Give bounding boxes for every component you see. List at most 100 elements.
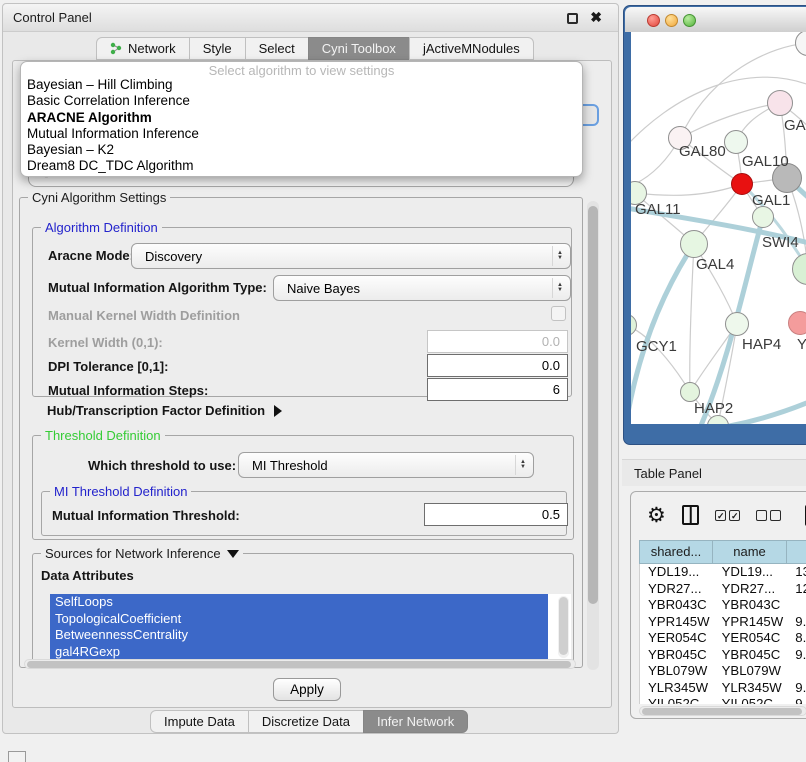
close-icon[interactable]: ✖ (590, 9, 602, 26)
mi-algorithm-type-combobox[interactable]: Naive Bayes ▲▼ (273, 275, 571, 301)
cell: YER054C (640, 630, 714, 647)
settings-horizontal-thumb[interactable] (27, 661, 571, 668)
cell: YPR145W (714, 614, 788, 631)
tab-discretize-data[interactable]: Discretize Data (248, 710, 364, 733)
aracne-mode-label: Aracne Mode: (48, 248, 134, 263)
tab-network[interactable]: Network (96, 37, 190, 60)
table-panel-header: Table Panel (622, 459, 806, 486)
mi-threshold-field[interactable]: 0.5 (424, 503, 568, 526)
table-row[interactable]: YDL19... YDL19... 13 (640, 564, 806, 581)
control-panel-tabstrip: Network Style Select Cyni Toolbox jActiv… (96, 37, 534, 60)
node-gal4[interactable] (680, 230, 708, 258)
mac-zoom-icon[interactable] (683, 14, 696, 27)
table-horizontal-scrollbar[interactable] (639, 706, 806, 716)
manual-kernel-width-label: Manual Kernel Width Definition (48, 308, 240, 323)
which-threshold-combobox[interactable]: MI Threshold ▲▼ (238, 452, 534, 478)
mac-close-icon[interactable] (647, 14, 660, 27)
gear-icon[interactable]: ⚙ (647, 505, 666, 526)
list-item-selfloops[interactable]: SelfLoops (50, 594, 548, 611)
menu-item-mutual-information[interactable]: Mutual Information Inference (21, 126, 582, 142)
node-y-salmon[interactable] (788, 311, 806, 335)
table-row[interactable]: YLR345W YLR345W 9. (640, 680, 806, 697)
column-header-partial[interactable]: A (787, 540, 806, 564)
select-all-icon[interactable]: ✓ ✓ (715, 510, 740, 521)
unchecked-box-icon (770, 510, 781, 521)
tab-infer-network[interactable]: Infer Network (363, 710, 468, 733)
menu-item-dream8[interactable]: Dream8 DC_TDC Algorithm (21, 158, 582, 174)
attributes-scrollbar-thumb[interactable] (559, 597, 568, 655)
mac-minimize-icon[interactable] (665, 14, 678, 27)
list-item-topologicalcoefficient[interactable]: TopologicalCoefficient (50, 611, 548, 628)
node-hap2[interactable] (680, 382, 700, 402)
list-item-betweennesscentrality[interactable]: BetweennessCentrality (50, 627, 548, 644)
node-gal10[interactable] (724, 130, 748, 154)
hub-definition-expander[interactable]: Hub/Transcription Factor Definition (47, 403, 282, 418)
cell: YBR043C (714, 597, 788, 614)
table-row[interactable]: YER054C YER054C 8. (640, 630, 806, 647)
menu-item-bayesian-hill-climbing[interactable]: Bayesian – Hill Climbing (21, 77, 582, 93)
which-threshold-value: MI Threshold (252, 458, 328, 473)
list-item-gal4rgexp[interactable]: gal4RGexp (50, 644, 548, 661)
stepper-icon: ▲▼ (515, 455, 530, 475)
apply-button[interactable]: Apply (273, 678, 341, 701)
control-panel-title: Control Panel (13, 10, 92, 25)
node-label-gcy1: GCY1 (636, 338, 677, 355)
node-gal-partial[interactable] (767, 90, 793, 116)
table-row[interactable]: YBL079W YBL079W (640, 663, 806, 680)
settings-horizontal-scrollbar[interactable] (24, 659, 576, 669)
cell: YLR345W (640, 680, 714, 697)
node-label-gal: GAL (784, 117, 806, 134)
table-panel-title: Table Panel (634, 466, 702, 481)
cell: 9. (787, 647, 806, 664)
menu-item-basic-correlation[interactable]: Basic Correlation Inference (21, 93, 582, 109)
tab-cyni-toolbox[interactable]: Cyni Toolbox (308, 37, 410, 60)
node-gal1-red[interactable] (731, 173, 753, 195)
mi-algorithm-type-label: Mutual Information Algorithm Type: (48, 280, 267, 295)
tab-select[interactable]: Select (245, 37, 309, 60)
mi-steps-field[interactable]: 6 (427, 378, 568, 401)
table-row[interactable]: YPR145W YPR145W 9. (640, 614, 806, 631)
table-header-row: shared... name A (639, 540, 806, 564)
node-label-gal1: GAL1 (752, 192, 790, 209)
dpi-tolerance-field[interactable]: 0.0 (427, 354, 568, 377)
attributes-scrollbar[interactable] (558, 596, 569, 658)
table-row[interactable]: YBR043C YBR043C (640, 597, 806, 614)
aracne-mode-combobox[interactable]: Discovery ▲▼ (131, 243, 571, 269)
checked-box-icon: ✓ (729, 510, 740, 521)
cell: YBR045C (714, 647, 788, 664)
tab-discretize-data-label: Discretize Data (262, 711, 350, 733)
settings-vertical-scrollbar[interactable] (587, 201, 599, 670)
cell: YPR145W (640, 614, 714, 631)
menu-item-aracne[interactable]: ARACNE Algorithm (21, 110, 582, 126)
menu-item-bayesian-k2[interactable]: Bayesian – K2 (21, 142, 582, 158)
mi-algorithm-type-value: Naive Bayes (287, 281, 360, 296)
kernel-width-field: 0.0 (427, 330, 568, 353)
bottom-tabstrip: Impute Data Discretize Data Infer Networ… (150, 710, 468, 733)
cell: YDR27... (640, 581, 714, 598)
algorithm-definition-title: Algorithm Definition (41, 220, 162, 235)
control-panel-titlebar: Control Panel ✖ (3, 4, 618, 32)
expand-right-icon (274, 405, 282, 417)
tab-jactivemnodules[interactable]: jActiveMNodules (409, 37, 534, 60)
table-panel-window: ⚙ ✓ ✓ shared... name A YDL19... YDL19.. (630, 491, 806, 719)
collapse-down-icon (227, 550, 239, 558)
deselect-all-icon[interactable] (756, 510, 781, 521)
node-swi4[interactable] (752, 206, 774, 228)
sources-group-title[interactable]: Sources for Network Inference (41, 546, 243, 561)
tab-impute-data[interactable]: Impute Data (150, 710, 249, 733)
table-row[interactable]: YIL052C YIL052C 9 (640, 696, 806, 704)
table-row[interactable]: YBR045C YBR045C 9. (640, 647, 806, 664)
cell: 9. (787, 680, 806, 697)
column-header-name[interactable]: name (713, 540, 787, 564)
table-row[interactable]: YDR27... YDR27... 12 (640, 581, 806, 598)
split-columns-icon[interactable] (682, 505, 699, 525)
table-horizontal-thumb[interactable] (642, 708, 802, 715)
network-canvas[interactable]: GAL GAL80 GAL10 GAL1 GAL11 SWI4 GAL4 GCY… (631, 32, 806, 424)
minimized-panel-icon[interactable] (8, 751, 26, 762)
tab-style[interactable]: Style (189, 37, 246, 60)
settings-vertical-thumb[interactable] (588, 206, 598, 604)
algorithm-dropdown-popup: Select algorithm to view settings Bayesi… (20, 61, 583, 177)
float-window-icon[interactable] (567, 13, 578, 24)
node-hap4[interactable] (725, 312, 749, 336)
column-header-shared-name[interactable]: shared... (639, 540, 713, 564)
